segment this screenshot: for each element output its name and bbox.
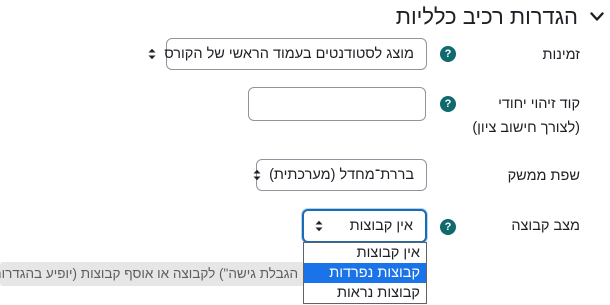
availability-select[interactable]: מוצג לסטודנטים בעמוד הראשי של הקורס [148,38,427,70]
groupmode-value: אין קבוצות [349,218,413,234]
dropdown-option-visible-groups[interactable]: קבוצות נראות [304,283,426,303]
section-title: הגדרות רכיב כלליות [395,4,578,29]
dropdown-option-separate-groups[interactable]: קבוצות נפרדות [304,263,426,283]
idnumber-sublabel: (לצורך חישוב ציון) [472,120,580,136]
select-arrows-icon [314,219,324,233]
page: הגדרות רכיב כלליות זמינות ? מוצג לסטודנט… [0,0,610,305]
groupmode-dropdown[interactable]: אין קבוצות קבוצות נפרדות קבוצות נראות [303,242,427,304]
section-header[interactable]: הגדרות רכיב כלליות [396,0,606,34]
select-arrows-icon [148,47,156,61]
help-icon[interactable]: ? [440,46,456,62]
language-label: שפת ממשק [507,168,580,184]
groupmode-label: מצב קבוצה [511,218,580,234]
groupmode-select[interactable]: אין קבוצות [302,209,427,243]
select-arrows-icon [253,168,261,182]
idnumber-label: קוד זיהוי יחודי [498,96,580,112]
chevron-down-icon[interactable] [588,8,606,26]
idnumber-input[interactable] [248,87,426,121]
help-icon[interactable]: ? [440,96,456,112]
help-icon[interactable]: ? [440,219,456,235]
availability-label: זמינות [542,47,580,63]
grouping-hint: הגבלת גישה") לקבוצה או אוסף קבוצות (יופי… [0,262,304,286]
language-select[interactable]: בררת־מחדל (מערכתית) [253,159,427,191]
language-value: בררת־מחדל (מערכתית) [269,167,414,183]
availability-value: מוצג לסטודנטים בעמוד הראשי של הקורס [164,46,414,62]
dropdown-option-no-groups[interactable]: אין קבוצות [304,243,426,263]
